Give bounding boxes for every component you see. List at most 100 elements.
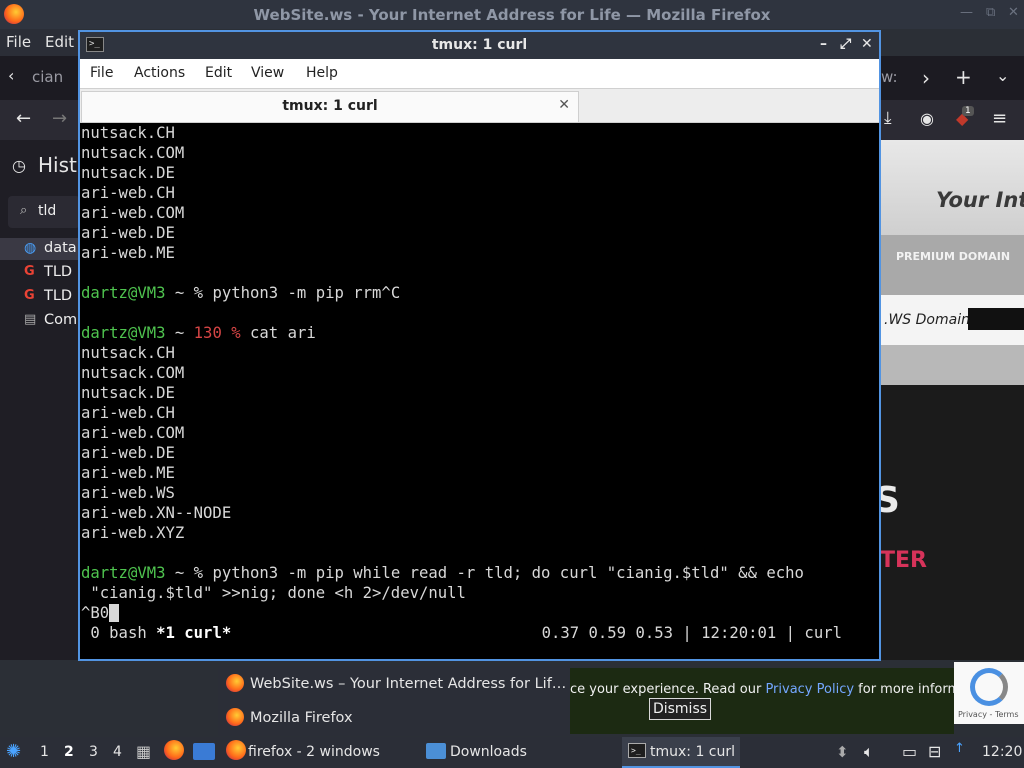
output-line: ari-web.CH xyxy=(81,404,175,422)
mask-icon[interactable]: ◉ xyxy=(920,109,934,128)
maximize-icon[interactable]: ⧉ xyxy=(986,5,995,20)
history-item[interactable]: TLD xyxy=(44,264,72,280)
site-headline: Your Inte xyxy=(936,188,1024,212)
terminal-tabbar: tmux: 1 curl ✕ xyxy=(80,89,879,123)
history-search-input[interactable]: ⌕ tld xyxy=(8,196,80,228)
recaptcha-badge[interactable]: Privacy - Terms xyxy=(954,662,1024,724)
chevron-down-icon[interactable]: ⌄ xyxy=(996,66,1009,85)
privacy-policy-link[interactable]: Privacy Policy xyxy=(765,682,854,697)
terminal-window-title: tmux: 1 curl xyxy=(431,37,528,53)
recaptcha-terms: Privacy - Terms xyxy=(958,710,1019,719)
terminal-titlebar: >_ tmux: 1 curl – ⤢ ✕ xyxy=(80,32,879,59)
big-letter: S xyxy=(880,480,900,521)
history-item[interactable]: TLD xyxy=(44,288,72,304)
menu-edit[interactable]: Edit xyxy=(205,65,232,81)
dismiss-button[interactable]: Dismiss xyxy=(649,698,711,720)
volume-icon[interactable]: 🔈︎ xyxy=(864,742,874,762)
output-line: ari-web.ME xyxy=(81,244,175,262)
domain-label: .WS Domain xyxy=(884,312,970,328)
prompt-user: dartz@VM3 xyxy=(81,284,166,302)
forward-icon[interactable]: → xyxy=(52,108,67,129)
chevron-right-icon[interactable]: › xyxy=(922,66,930,90)
history-item[interactable]: data xyxy=(44,240,77,256)
output-line: ari-web.COM xyxy=(81,204,185,222)
back-icon[interactable]: ← xyxy=(16,108,31,129)
menu-file[interactable]: File xyxy=(90,65,113,81)
download-icon[interactable]: ⤓ xyxy=(884,108,892,128)
menu-file[interactable]: File xyxy=(6,33,31,51)
menu-actions[interactable]: Actions xyxy=(134,65,185,81)
hamburger-menu-icon[interactable]: ≡ xyxy=(992,108,1007,129)
close-tab-icon[interactable]: ✕ xyxy=(558,97,570,113)
clock[interactable]: 12:20 xyxy=(982,744,1022,760)
output-line: ari-web.ME xyxy=(81,464,175,482)
output-line: ari-web.XN--NODE xyxy=(81,504,232,522)
desktop-launcher-icon[interactable] xyxy=(193,743,215,760)
output-line: nutsack.CH xyxy=(81,124,175,142)
updates-icon[interactable]: ↑ xyxy=(954,741,965,756)
notification-badge: 1 xyxy=(962,106,974,116)
close-icon[interactable]: ✕ xyxy=(1008,5,1019,20)
network-icon[interactable]: ⊟ xyxy=(928,742,941,761)
search-icon: ⌕ xyxy=(20,203,28,218)
command-line: ~ % python3 -m pip while read -r tld; do… xyxy=(165,564,804,582)
close-icon[interactable]: ✕ xyxy=(861,36,873,52)
workspace-3[interactable]: 3 xyxy=(89,744,98,760)
chevron-left-icon[interactable]: ‹ xyxy=(8,66,14,85)
firefox-task-icon xyxy=(226,740,246,760)
task-terminal[interactable]: tmux: 1 curl xyxy=(650,744,735,760)
firefox-titlebar: WebSite.ws - Your Internet Address for L… xyxy=(0,0,1024,29)
start-menu-icon[interactable]: ✺ xyxy=(6,741,21,762)
output-line: nutsack.CH xyxy=(81,344,175,362)
output-line: nutsack.COM xyxy=(81,144,185,162)
clipboard-icon[interactable]: ⬍ xyxy=(836,743,849,761)
workspace-1[interactable]: 1 xyxy=(40,744,49,760)
window-list-popup: WebSite.ws – Your Internet Address for L… xyxy=(218,666,570,736)
cookie-text: ce your experience. Read our Privacy Pol… xyxy=(570,682,994,697)
tmux-status-left: 0 bash *1 curl* xyxy=(81,624,232,642)
menu-edit[interactable]: Edit xyxy=(45,33,74,51)
firefox-menubar: File Edit xyxy=(0,29,80,56)
menu-view[interactable]: View xyxy=(251,65,284,81)
files-launcher-icon[interactable]: ▦ xyxy=(136,742,151,761)
history-item[interactable]: Com xyxy=(44,312,77,328)
taskbar: ✺ 1 2 3 4 ▦ firefox - 2 windows Download… xyxy=(0,737,1024,768)
terminal-output[interactable]: nutsack.CH nutsack.COM nutsack.DE ari-we… xyxy=(81,123,878,659)
history-sidebar: ◷ Hist ⌕ tld ◍ data G TLD G TLD ▤ Com xyxy=(0,140,80,660)
red-heading: TER xyxy=(880,548,927,573)
minimize-icon[interactable]: – xyxy=(820,36,827,52)
menu-help[interactable]: Help xyxy=(306,65,338,81)
content-band xyxy=(880,345,1024,385)
output-line: ari-web.CH xyxy=(81,184,175,202)
workspace-2[interactable]: 2 xyxy=(64,744,74,760)
output-line: nutsack.DE xyxy=(81,384,175,402)
maximize-icon[interactable]: ⤢ xyxy=(840,36,851,52)
domain-input[interactable] xyxy=(968,308,1024,330)
window-list-item[interactable]: WebSite.ws – Your Internet Address for L… xyxy=(226,674,566,692)
window-list-item[interactable]: Mozilla Firefox xyxy=(226,708,353,726)
notes-icon[interactable]: ▭ xyxy=(902,742,917,761)
task-downloads[interactable]: Downloads xyxy=(450,744,527,760)
firefox-launcher-icon[interactable] xyxy=(164,740,184,760)
terminal-menubar: File Actions Edit View Help xyxy=(80,59,879,89)
task-firefox[interactable]: firefox - 2 windows xyxy=(248,744,380,760)
tab-partial[interactable]: cian xyxy=(32,68,63,86)
tab-partial-right[interactable]: w: xyxy=(881,68,898,86)
globe-icon: ◍ xyxy=(24,240,37,256)
page-icon: ▤ xyxy=(24,312,37,327)
terminal-tab[interactable]: tmux: 1 curl ✕ xyxy=(81,91,579,122)
output-line: nutsack.COM xyxy=(81,364,185,382)
output-line: ari-web.DE xyxy=(81,444,175,462)
workspace-4[interactable]: 4 xyxy=(113,744,122,760)
google-icon: G xyxy=(24,288,35,303)
command-continuation: "cianig.$tld" >>nig; done <h 2>/dev/null xyxy=(81,584,466,602)
folder-icon xyxy=(426,743,446,759)
firefox-icon xyxy=(226,674,244,692)
command-line: ~ % python3 -m pip rrm^C xyxy=(165,284,401,302)
minimize-icon[interactable]: — xyxy=(960,5,973,20)
exit-code: 130 % xyxy=(193,324,241,342)
new-tab-icon[interactable]: + xyxy=(955,65,972,89)
webpage-content: Your Inte PREMIUM DOMAIN .WS Domain S TE… xyxy=(880,140,1024,660)
search-value: tld xyxy=(38,203,57,219)
sidebar-title: Hist xyxy=(38,153,77,177)
